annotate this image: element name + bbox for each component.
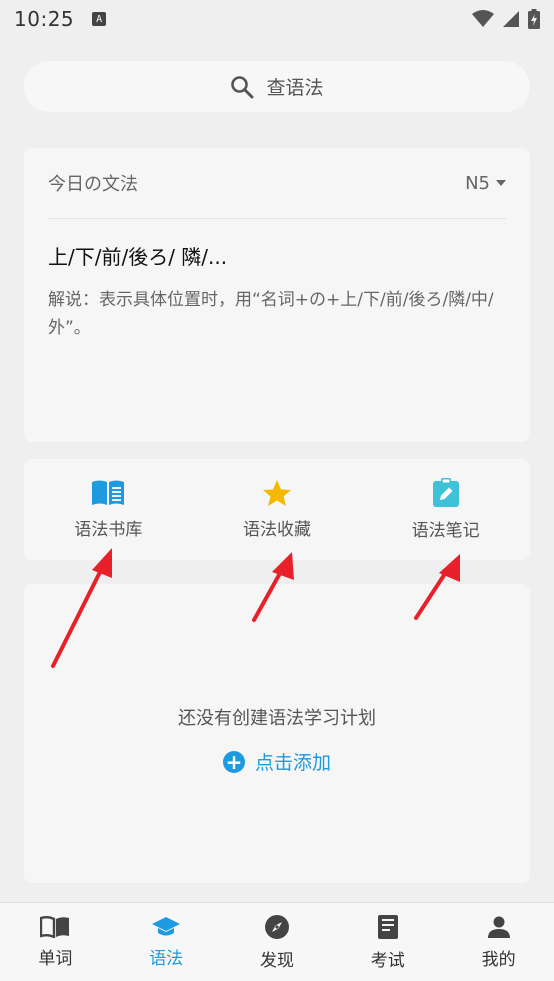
status-time: 10:25 xyxy=(14,7,75,31)
star-icon xyxy=(263,480,291,506)
tab-label: 我的 xyxy=(481,949,516,970)
search-label: 查语法 xyxy=(266,77,324,99)
plus-circle-icon: + xyxy=(222,750,245,773)
tool-label: 语法书库 xyxy=(74,520,143,540)
tab-words[interactable]: 单词 xyxy=(0,903,111,981)
today-grammar-card[interactable]: 今日の文法 N5 上/下/前/後ろ/ 隣/... 解说：表示具体位置时，用“名词… xyxy=(24,148,530,442)
level-select[interactable]: N5 xyxy=(465,173,506,194)
status-left: 10:25 A xyxy=(14,7,107,31)
tool-grammar-favorites[interactable]: 语法收藏 xyxy=(193,459,362,560)
battery-icon xyxy=(528,9,540,29)
tool-grammar-library[interactable]: 语法书库 xyxy=(24,459,193,560)
wifi-icon xyxy=(472,10,494,27)
tab-label: 发现 xyxy=(259,950,294,971)
exam-book-icon xyxy=(377,914,398,939)
add-plan-button[interactable]: + 点击添加 xyxy=(222,748,331,775)
tool-label: 语法收藏 xyxy=(243,520,311,540)
status-bar: 10:25 A xyxy=(0,0,554,38)
open-book-icon xyxy=(40,915,70,938)
tab-exam[interactable]: 考试 xyxy=(332,903,443,981)
tool-grammar-notes[interactable]: 语法笔记 xyxy=(361,459,530,560)
add-plan-label: 点击添加 xyxy=(254,752,331,774)
plan-empty-text: 还没有创建语法学习计划 xyxy=(178,708,376,729)
grammar-description: 解说：表示具体位置时，用“名词+の+上/下/前/後ろ/隣/中/外”。 xyxy=(48,290,494,338)
tab-label: 考试 xyxy=(370,950,405,971)
grammar-tools-card: 语法书库 语法收藏 语法笔记 xyxy=(24,459,530,560)
level-value: N5 xyxy=(465,172,490,194)
tab-label: 语法 xyxy=(149,948,184,969)
graduation-cap-icon xyxy=(152,916,181,935)
bottom-tab-bar: 单词 语法 发现 考试 我的 xyxy=(0,902,554,981)
compass-icon xyxy=(264,914,289,939)
today-header: 今日の文法 N5 xyxy=(48,148,506,219)
tab-discover[interactable]: 发现 xyxy=(222,903,333,981)
tool-label: 语法笔记 xyxy=(411,521,480,541)
person-icon xyxy=(487,916,510,938)
caret-down-icon xyxy=(496,180,506,186)
today-title: 今日の文法 xyxy=(48,174,138,195)
search-bar[interactable]: 查语法 xyxy=(24,61,530,112)
notification-a-icon: A xyxy=(92,12,107,26)
tab-me[interactable]: 我的 xyxy=(443,903,554,981)
book-icon xyxy=(92,480,125,505)
tab-label: 单词 xyxy=(38,948,73,969)
status-right xyxy=(472,9,540,29)
grammar-title: 上/下/前/後ろ/ 隣/... xyxy=(48,245,228,269)
clipboard-edit-icon xyxy=(432,478,459,507)
search-icon xyxy=(231,75,254,98)
study-plan-card: 还没有创建语法学习计划 + 点击添加 xyxy=(24,584,530,883)
signal-icon xyxy=(503,11,519,27)
tab-grammar[interactable]: 语法 xyxy=(111,903,222,981)
